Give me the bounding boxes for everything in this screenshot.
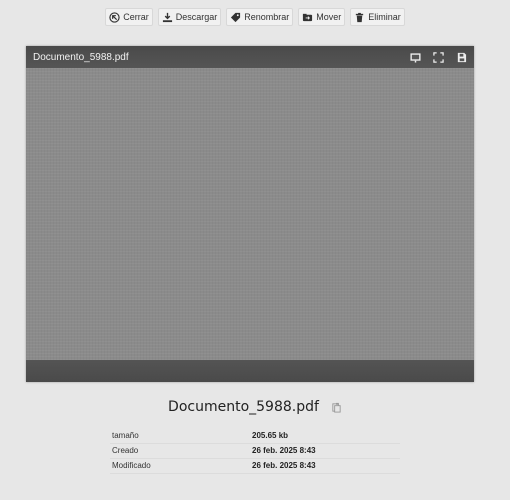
rename-label: Renombrar (244, 12, 290, 22)
meta-row-created: Creado 26 feb. 2025 8:43 (110, 443, 400, 459)
download-button[interactable]: Descargar (157, 8, 222, 26)
meta-row-modified: Modificado 26 feb. 2025 8:43 (110, 458, 400, 474)
document-canvas[interactable] (26, 68, 474, 360)
viewer-header: Documento_5988.pdf (26, 46, 474, 68)
viewer-footer (26, 360, 474, 382)
size-value: 205.65 kb (252, 428, 400, 444)
move-label: Mover (316, 12, 342, 22)
created-value: 26 feb. 2025 8:43 (252, 443, 400, 459)
delete-button[interactable]: Eliminar (350, 8, 405, 26)
file-name-heading: Documento_5988.pdf (168, 399, 319, 415)
download-label: Descargar (175, 12, 218, 22)
download-icon (162, 12, 172, 22)
folder-move-icon (303, 13, 313, 21)
fullscreen-icon[interactable] (433, 51, 444, 63)
close-label: Cerrar (123, 12, 149, 22)
delete-label: Eliminar (368, 12, 401, 22)
back-arrow-circle-icon (109, 11, 120, 23)
presentation-icon[interactable] (410, 52, 421, 63)
viewer-title: Documento_5988.pdf (33, 51, 129, 63)
copy-icon[interactable] (331, 402, 342, 413)
modified-value: 26 feb. 2025 8:43 (252, 458, 400, 474)
rename-button[interactable]: Renombrar (226, 8, 294, 26)
viewer-actions (410, 51, 467, 63)
move-button[interactable]: Mover (298, 8, 346, 26)
file-metadata-table: tamaño 205.65 kb Creado 26 feb. 2025 8:4… (110, 428, 400, 474)
meta-row-size: tamaño 205.65 kb (110, 428, 400, 444)
file-title-row: Documento_5988.pdf (0, 399, 510, 415)
modified-label: Modificado (110, 458, 252, 474)
close-button[interactable]: Cerrar (105, 8, 153, 26)
save-icon[interactable] (456, 52, 467, 63)
trash-icon (356, 12, 364, 22)
size-label: tamaño (110, 428, 252, 444)
tag-icon (231, 12, 241, 22)
pdf-viewer[interactable]: Documento_5988.pdf (26, 46, 474, 382)
toolbar: Cerrar Descargar Renombrar Mover Elimina… (0, 8, 510, 26)
created-label: Creado (110, 443, 252, 459)
